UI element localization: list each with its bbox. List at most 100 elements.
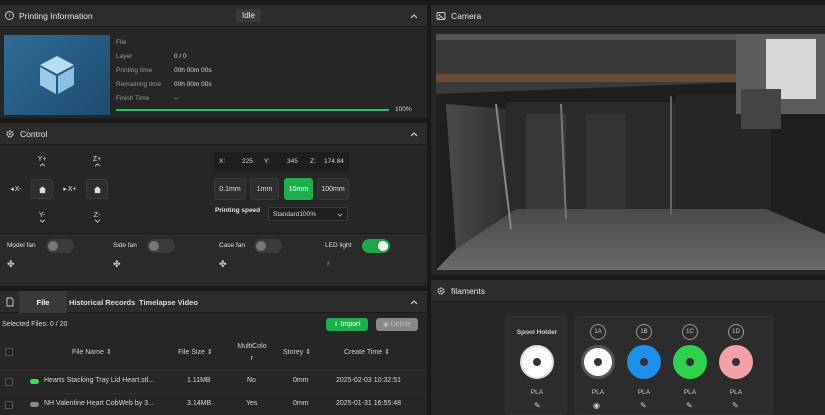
column-file-size[interactable]: File Size ⇕ [178, 348, 213, 356]
select-all-checkbox[interactable] [5, 348, 13, 356]
delete-button[interactable]: ▣ Delete [376, 318, 418, 331]
printing-speed-label: Printing speed [215, 207, 261, 214]
eye-icon[interactable]: ◉ [593, 401, 600, 410]
multicolor: Yes [246, 400, 258, 407]
chevron-up-icon[interactable] [409, 129, 419, 139]
progress-bar [116, 109, 389, 111]
row-checkbox[interactable] [5, 378, 13, 386]
remaining-time-value: 00h 00m 00s [174, 81, 212, 88]
files-header: File Historical Records Timelapse Video [0, 291, 427, 313]
step-100mm-button[interactable]: 100mm [317, 178, 349, 200]
printing-speed-value: Standard100% [273, 211, 317, 218]
jog-x-plus-button[interactable]: ▸ X+ [58, 179, 82, 199]
column-storey[interactable]: Storey ⇕ [283, 348, 311, 356]
tab-historical-records[interactable]: Historical Records [69, 298, 135, 307]
spool-holder-card: Spool Holder PLA ✎ [505, 316, 567, 415]
z-plus-label: Z+ [92, 155, 102, 163]
layer-label: Layer [116, 53, 133, 60]
jog-z-minus-button[interactable]: Z- [86, 207, 108, 227]
filaments-header: filaments [431, 280, 825, 302]
fan-icon: ✤ [113, 259, 121, 269]
trash-icon: ▣ [383, 322, 389, 328]
tab-timelapse-video[interactable]: Timelapse Video [139, 298, 198, 307]
chevron-down-icon [94, 219, 100, 223]
case-fan-label: Case fan [219, 242, 246, 249]
jog-z-plus-button[interactable]: Z+ [86, 151, 108, 171]
import-button[interactable]: ⇩ Import [326, 318, 368, 331]
tab-file[interactable]: File [19, 291, 67, 313]
control-panel: Control Y+ ◂ X- ▸ X+ Y- Z+ Z- X: 225 Y: 34… [0, 123, 427, 286]
filament-type-label: PLA [683, 389, 697, 396]
chevron-up-icon [39, 162, 45, 166]
filament-slot-spool[interactable] [520, 345, 554, 379]
import-label: Import [340, 321, 361, 328]
color-dot-icon [30, 379, 39, 384]
step-1mm-button[interactable]: 1mm [250, 178, 279, 200]
home-z-button[interactable] [86, 179, 108, 199]
z-coord-label: Z: [310, 158, 316, 165]
led-light-toggle[interactable] [362, 239, 390, 253]
gear-icon [437, 286, 445, 295]
edit-icon[interactable]: ✎ [686, 401, 693, 410]
printing-info-title: Printing Information [19, 10, 93, 21]
finish-time-value: -- [174, 95, 179, 102]
column-multicolor: MultiColo r [237, 343, 267, 362]
table-row[interactable]: Hearts Stacking Tray Lid Heart.stl... 1.… [0, 370, 427, 392]
row-checkbox[interactable] [5, 401, 13, 409]
printing-info-panel: i Printing Information Idle File Layer 0… [0, 5, 427, 118]
case-fan-toggle[interactable] [254, 239, 282, 253]
sort-icon: ⇕ [105, 349, 112, 356]
model-fan-toggle[interactable] [46, 239, 74, 253]
edit-icon[interactable]: ✎ [732, 401, 739, 410]
spool-hub-icon [732, 358, 740, 366]
home-xy-button[interactable] [31, 179, 53, 199]
jog-x-minus-button[interactable]: ◂ X- [4, 179, 28, 199]
sort-icon: ⇕ [305, 349, 312, 356]
jog-y-minus-button[interactable]: Y- [31, 207, 53, 227]
control-header: Control [0, 123, 427, 145]
remaining-time-label: Remaining time [116, 81, 162, 88]
step-0.1mm-button[interactable]: 0.1mm [214, 178, 246, 200]
filament-slot-1c[interactable] [673, 345, 707, 379]
image-icon [436, 11, 446, 20]
column-create-time[interactable]: Create Time ⇕ [344, 348, 390, 356]
jog-y-plus-button[interactable]: Y+ [31, 151, 53, 171]
info-icon: i [5, 11, 14, 20]
table-row[interactable]: NH Valentine Heart CobWeb by 3... 3.14MB… [0, 393, 427, 415]
chevron-down-icon [337, 213, 343, 217]
printing-time-value: 00h 00m 00s [174, 67, 212, 74]
chevron-up-icon[interactable] [409, 297, 419, 307]
step-10mm-button[interactable]: 10mm [284, 178, 313, 200]
spool-hub-icon [533, 358, 541, 366]
fan-icon: ✤ [7, 259, 15, 269]
file-size: 1.11MB [187, 377, 211, 384]
filament-slot-1a[interactable] [581, 345, 615, 379]
delete-label: Delete [390, 321, 411, 328]
camera-feed [436, 34, 825, 270]
chevron-up-icon [94, 162, 100, 166]
column-file-name[interactable]: File Name ⇕ [72, 348, 112, 356]
edit-icon[interactable]: ✎ [534, 401, 541, 410]
spool-hub-icon [640, 358, 648, 366]
chevron-up-icon[interactable] [409, 11, 419, 21]
printing-speed-select[interactable]: Standard100% [268, 207, 348, 221]
x-coord-label: X: [219, 158, 226, 165]
multicolor: No [247, 377, 256, 384]
side-fan-toggle[interactable] [147, 239, 175, 253]
chevron-left-icon: ◂ [10, 186, 14, 193]
edit-icon[interactable]: ✎ [640, 401, 647, 410]
home-icon [38, 185, 46, 193]
printing-info-header: i Printing Information Idle [0, 5, 427, 27]
y-coord-label: Y: [264, 158, 270, 165]
fan-icon: ✤ [219, 259, 227, 269]
led-light-label: LED light [325, 242, 352, 249]
side-fan-label: Side fan [113, 242, 137, 249]
document-icon [6, 297, 14, 306]
spool-hub-icon [686, 358, 694, 366]
filament-slot-1d[interactable] [719, 345, 753, 379]
model-thumbnail [4, 35, 110, 115]
z-minus-label: Z- [93, 211, 101, 219]
chevron-down-icon [39, 219, 45, 223]
filament-slot-1b[interactable] [627, 345, 661, 379]
column-file-name-label: File Name [72, 349, 104, 356]
